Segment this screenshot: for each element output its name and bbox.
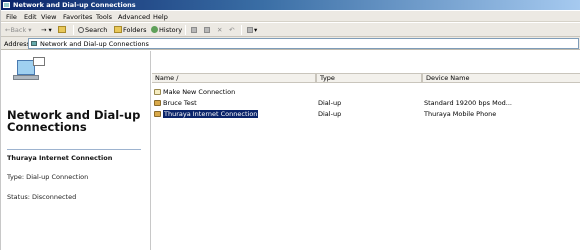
explorer-window: Network and Dial-up Connections File Edi…: [0, 0, 580, 250]
column-header-type[interactable]: Type: [316, 73, 422, 83]
title-bar[interactable]: Network and Dial-up Connections: [1, 0, 580, 10]
network-computer-icon: [11, 57, 51, 83]
folders-icon: [114, 26, 122, 33]
menu-view[interactable]: View: [41, 13, 56, 21]
row-name: Bruce Test: [163, 99, 197, 107]
row-type: Dial-up: [318, 99, 342, 107]
views-icon: [247, 27, 253, 33]
delete-button[interactable]: ✕: [217, 26, 222, 34]
menu-edit[interactable]: Edit: [24, 13, 37, 21]
views-button[interactable]: ▾: [247, 26, 257, 34]
move-to-icon: [191, 27, 197, 33]
menu-tools[interactable]: Tools: [96, 13, 112, 21]
connection-type: Type: Dial-up Connection: [7, 173, 89, 181]
search-icon: [78, 27, 84, 33]
up-folder-icon: [58, 26, 66, 33]
network-connections-icon: [3, 2, 10, 8]
list-item[interactable]: Bruce Test Dial-up Standard 19200 bps Mo…: [152, 98, 580, 108]
address-bar: Address Network and Dial-up Connections: [1, 37, 580, 50]
copy-to-button[interactable]: [204, 26, 211, 34]
forward-button[interactable]: → ▾: [41, 26, 52, 34]
row-name: Make New Connection: [163, 88, 236, 96]
connections-list: Name / Type Device Name Make New Connect…: [152, 51, 580, 250]
details-pane: Network and Dial-up Connections Thuraya …: [1, 51, 151, 250]
row-name: Thuraya Internet Connection: [163, 110, 259, 118]
row-device: Thuraya Mobile Phone: [424, 110, 497, 118]
list-item-selected[interactable]: Thuraya Internet Connection Dial-up Thur…: [152, 109, 580, 119]
toolbar: ←Back ▾ → ▾ Search Folders History ✕ ↶ ▾: [1, 23, 580, 37]
copy-to-icon: [204, 27, 210, 33]
address-label: Address: [4, 40, 30, 48]
new-connection-icon: [154, 89, 161, 95]
dial-up-connection-icon: [154, 100, 161, 106]
toolbar-separator: [241, 25, 242, 35]
back-button[interactable]: ←Back ▾: [5, 26, 32, 34]
history-button[interactable]: History: [151, 26, 182, 34]
address-value: Network and Dial-up Connections: [40, 40, 149, 48]
move-to-button[interactable]: [191, 26, 198, 34]
undo-button[interactable]: ↶: [229, 26, 234, 34]
dial-up-connection-icon: [154, 111, 161, 117]
menu-favorites[interactable]: Favorites: [63, 13, 92, 21]
address-field[interactable]: Network and Dial-up Connections: [28, 38, 579, 49]
pane-divider: [7, 149, 141, 150]
pane-title: Network and Dial-up Connections: [7, 108, 141, 134]
window-title: Network and Dial-up Connections: [13, 1, 136, 9]
network-folder-icon: [31, 41, 37, 46]
list-item[interactable]: Make New Connection: [152, 87, 580, 97]
menu-bar: File Edit View Favorites Tools Advanced …: [1, 11, 580, 22]
row-device: Standard 19200 bps Mod...: [424, 99, 512, 107]
menu-help[interactable]: Help: [153, 13, 168, 21]
column-header-name[interactable]: Name /: [152, 73, 316, 83]
row-type: Dial-up: [318, 110, 342, 118]
toolbar-separator: [73, 25, 74, 35]
selected-connection-name: Thuraya Internet Connection: [7, 154, 113, 162]
toolbar-separator: [185, 25, 186, 35]
connection-status: Status: Disconnected: [7, 193, 77, 201]
folders-button[interactable]: Folders: [114, 26, 146, 34]
column-header-device[interactable]: Device Name: [422, 73, 580, 83]
menu-advanced[interactable]: Advanced: [118, 13, 150, 21]
menu-file[interactable]: File: [6, 13, 17, 21]
up-button[interactable]: [58, 26, 67, 34]
search-button[interactable]: Search: [78, 26, 107, 34]
history-icon: [151, 26, 158, 33]
